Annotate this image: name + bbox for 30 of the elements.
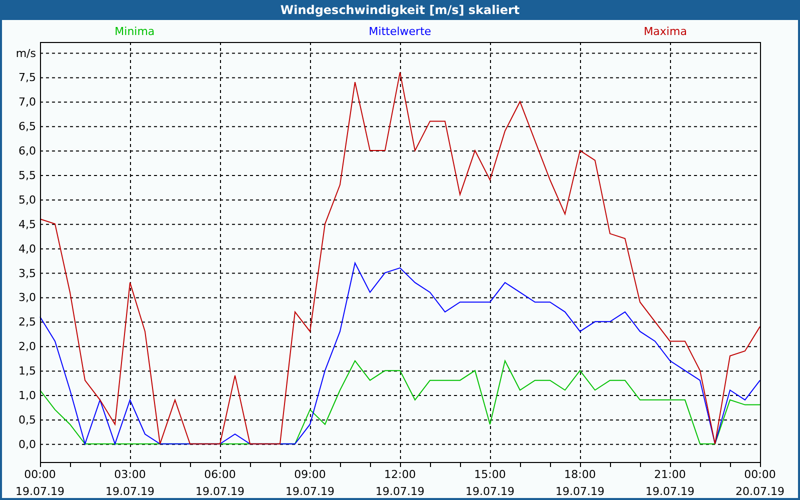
x-tick-label: 12:00 19.07.19 — [376, 468, 424, 498]
y-tick-label: 6,5 — [18, 120, 36, 134]
y-tick-label: 1,0 — [18, 389, 36, 402]
legend-label: Minima — [114, 24, 155, 40]
y-tick-label: 3,0 — [18, 291, 36, 304]
y-tick-label: 5,0 — [18, 193, 36, 206]
x-tick-label: 15:00 19.07.19 — [466, 468, 514, 498]
y-tick-label: 2,5 — [18, 316, 36, 329]
y-axis-unit: m/s — [16, 46, 36, 60]
y-tick-label: 7,5 — [18, 71, 36, 84]
x-tick-label: 09:00 19.07.19 — [286, 468, 334, 498]
y-tick-label: 4,0 — [18, 242, 36, 256]
x-tick-label: 03:00 19.07.19 — [106, 468, 154, 498]
y-tick-label: 4,5 — [18, 218, 36, 231]
x-tick-label: 18:00 19.07.19 — [556, 468, 604, 498]
y-tick-label: 6,0 — [18, 144, 36, 158]
y-tick-label: 2,0 — [18, 340, 36, 354]
x-tick-label: 00:00 20.07.19 — [736, 468, 784, 498]
y-tick-label: 0,5 — [18, 413, 36, 426]
x-tick-label: 06:00 19.07.19 — [196, 468, 244, 498]
legend-label: Maxima — [644, 24, 687, 40]
window-title: Windgeschwindigkeit [m/s] skaliert — [279, 2, 521, 19]
x-tick-label: 21:00 19.07.19 — [646, 468, 694, 498]
y-tick-label: 7,0 — [18, 96, 36, 109]
y-tick-label: 0,0 — [18, 438, 36, 451]
y-tick-label: 3,5 — [18, 266, 36, 280]
x-tick-label: 00:00 19.07.19 — [16, 468, 64, 498]
y-tick-label: 5,5 — [18, 169, 36, 182]
legend-label: Mittelwerte — [368, 24, 432, 40]
y-tick-label: 1,5 — [18, 364, 36, 378]
